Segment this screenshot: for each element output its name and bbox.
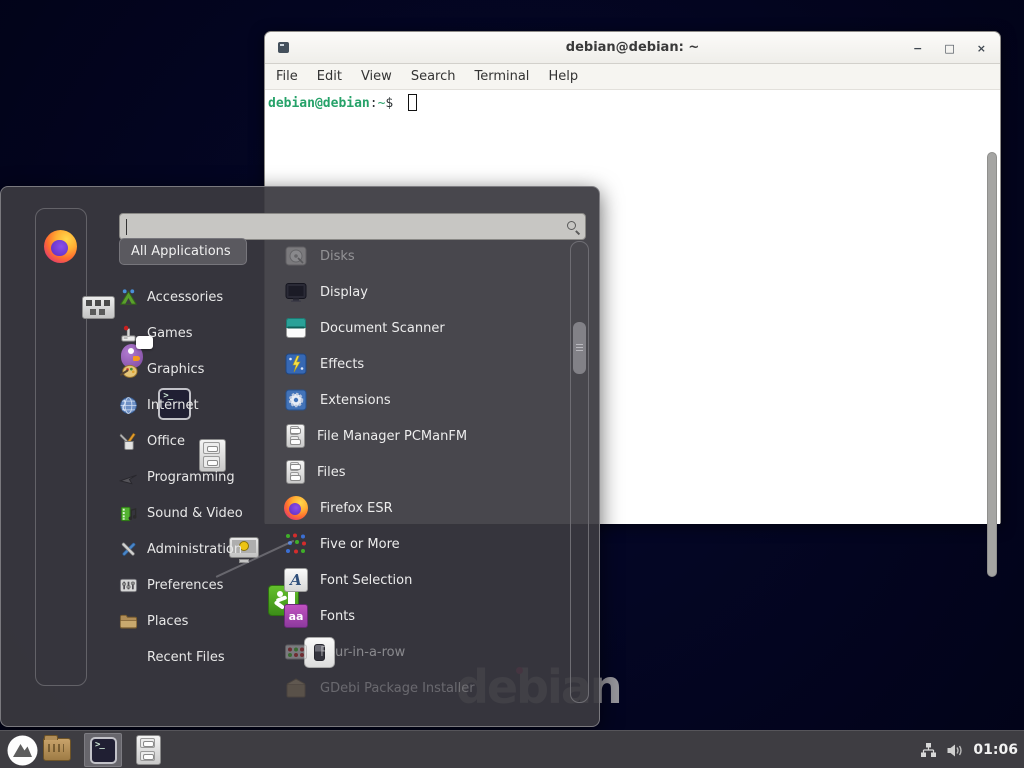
category-games[interactable]: Games <box>119 315 281 351</box>
office-icon <box>119 432 138 451</box>
internet-icon <box>119 396 138 415</box>
menu-file[interactable]: File <box>276 69 298 84</box>
graphics-icon <box>119 360 138 379</box>
search-icon <box>567 221 576 230</box>
app-file-manager-pcmanfm[interactable]: File Manager PCManFM <box>284 418 566 454</box>
category-preferences[interactable]: Preferences <box>119 567 281 603</box>
category-administration[interactable]: Administration <box>119 531 281 567</box>
category-graphics[interactable]: Graphics <box>119 351 281 387</box>
no-icon <box>119 648 138 667</box>
file-cabinet-icon <box>286 460 305 484</box>
terminal-scrollbar[interactable] <box>987 152 997 577</box>
app-display[interactable]: Display <box>284 274 566 310</box>
file-cabinet-icon <box>286 424 305 448</box>
application-menu: >_ All Applications Accessories <box>0 186 600 727</box>
app-fonts[interactable]: aa Fonts <box>284 598 566 634</box>
app-font-selection[interactable]: A Font Selection <box>284 562 566 598</box>
disks-icon <box>284 244 308 268</box>
firefox-icon[interactable] <box>44 230 77 263</box>
menu-search[interactable]: Search <box>411 69 456 84</box>
terminal-titlebar[interactable]: debian@debian: ~ − □ × <box>265 32 1000 64</box>
display-icon <box>284 280 308 304</box>
places-icon <box>119 612 138 631</box>
menu-help[interactable]: Help <box>548 69 578 84</box>
terminal-cursor <box>408 94 417 111</box>
files-task[interactable] <box>136 735 161 765</box>
app-gdebi-package-installer[interactable]: GDebi Package Installer <box>284 670 566 703</box>
app-five-or-more[interactable]: Five or More <box>284 526 566 562</box>
categories-list: Accessories Games Graphics <box>119 279 281 675</box>
volume-icon[interactable] <box>946 742 964 759</box>
preferences-icon <box>119 576 138 595</box>
network-icon[interactable] <box>920 742 937 759</box>
favorites-frame <box>35 208 87 686</box>
text-caret <box>126 219 127 235</box>
category-programming[interactable]: Programming <box>119 459 281 495</box>
applications-scrollbar[interactable] <box>570 241 589 703</box>
app-document-scanner[interactable]: Document Scanner <box>284 310 566 346</box>
category-recent-files[interactable]: Recent Files <box>119 639 281 675</box>
fonts-icon: aa <box>284 604 308 628</box>
menu-edit[interactable]: Edit <box>317 69 342 84</box>
terminal-icon: >_ <box>90 737 117 764</box>
app-extensions[interactable]: Extensions <box>284 382 566 418</box>
taskbar: >_ 01:06 <box>0 730 1024 768</box>
applications-list: Disks Display Document Scanner Effects E… <box>284 241 566 703</box>
app-files[interactable]: Files <box>284 454 566 490</box>
clock[interactable]: 01:06 <box>973 742 1018 758</box>
terminal-window-icon <box>278 42 289 53</box>
scrollbar-thumb[interactable] <box>573 322 586 374</box>
minimize-button[interactable]: − <box>913 43 922 54</box>
shell-prompt: debian@debian:~$ <box>268 96 393 111</box>
app-four-in-a-row[interactable]: Four-in-a-row <box>284 634 566 670</box>
terminal-menubar: File Edit View Search Terminal Help <box>265 64 1000 90</box>
font-selection-icon: A <box>284 568 308 592</box>
menu-logo-icon <box>7 735 38 766</box>
system-tray: 01:06 <box>920 731 1018 768</box>
close-button[interactable]: × <box>977 43 986 54</box>
category-places[interactable]: Places <box>119 603 281 639</box>
scrollbar-grip <box>576 344 583 352</box>
app-firefox-esr[interactable]: Firefox ESR <box>284 490 566 526</box>
category-sound-video[interactable]: Sound & Video <box>119 495 281 531</box>
four-in-a-row-icon <box>284 640 308 664</box>
programming-icon <box>119 468 138 487</box>
accessories-icon <box>119 288 138 307</box>
keyboard-icon[interactable] <box>82 296 115 319</box>
games-icon <box>119 324 138 343</box>
app-disks[interactable]: Disks <box>284 241 566 274</box>
category-all-applications[interactable]: All Applications <box>119 238 247 265</box>
applications-menu-button[interactable] <box>7 735 38 766</box>
search-box <box>119 213 586 240</box>
administration-icon <box>119 540 138 559</box>
effects-icon <box>284 352 308 376</box>
menu-view[interactable]: View <box>361 69 392 84</box>
sound-video-icon <box>119 504 138 523</box>
search-input[interactable] <box>120 214 585 239</box>
folder-detail <box>48 744 64 752</box>
maximize-button[interactable]: □ <box>944 43 954 54</box>
document-scanner-icon <box>284 316 308 340</box>
extensions-icon <box>284 388 308 412</box>
firefox-icon <box>284 496 308 520</box>
category-office[interactable]: Office <box>119 423 281 459</box>
file-manager-task[interactable] <box>43 738 71 761</box>
terminal-task[interactable]: >_ <box>84 733 122 767</box>
app-effects[interactable]: Effects <box>284 346 566 382</box>
menu-terminal[interactable]: Terminal <box>474 69 529 84</box>
category-accessories[interactable]: Accessories <box>119 279 281 315</box>
category-internet[interactable]: Internet <box>119 387 281 423</box>
terminal-window-title: debian@debian: ~ <box>265 40 1000 55</box>
gdebi-icon <box>284 676 308 700</box>
